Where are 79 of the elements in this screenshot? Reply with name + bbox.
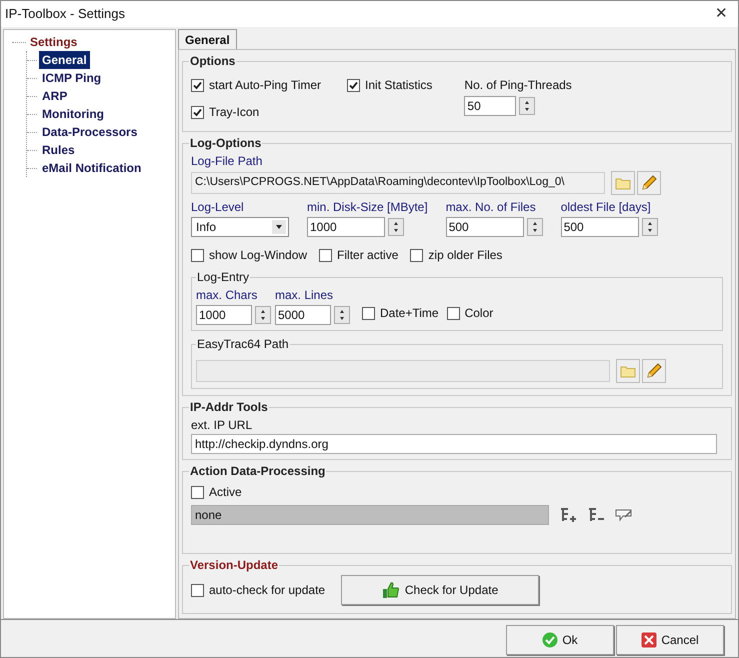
pencil-icon	[645, 362, 663, 380]
checkbox-label: Filter active	[337, 247, 398, 264]
spin-buttons[interactable]	[642, 218, 658, 236]
checkbox-label: zip older Files	[428, 247, 502, 264]
ok-button[interactable]: Ok	[506, 624, 614, 654]
spin-buttons[interactable]	[519, 97, 536, 115]
level-dropdown[interactable]: Info	[191, 217, 289, 237]
tree-item[interactable]: Data-Processors	[39, 123, 140, 141]
folder-icon	[620, 364, 636, 378]
remove-node-icon[interactable]	[587, 507, 605, 523]
field-label: No. of Ping-Threads	[464, 77, 572, 94]
group-title: Log-Entry	[196, 269, 250, 286]
field-label: ext. IP URL	[191, 417, 254, 434]
cancel-icon	[641, 632, 658, 648]
close-button[interactable]: ✕	[715, 2, 728, 26]
checkbox-label: show Log-Window	[209, 247, 308, 264]
field-label: max. Lines	[275, 287, 334, 304]
field-label: max. No. of Files	[446, 199, 537, 216]
group-title: Options	[189, 53, 236, 70]
tree-item[interactable]: Settings	[28, 33, 80, 51]
add-node-icon[interactable]	[559, 507, 577, 523]
checkbox-label: Active	[209, 484, 242, 501]
number-field[interactable]: 500	[446, 217, 524, 237]
tree-item[interactable]: ICMP Ping	[39, 69, 104, 87]
checkbox[interactable]	[362, 306, 375, 320]
check-update-button[interactable]: Check for Update	[341, 575, 540, 605]
field-label: Log-Level	[191, 199, 245, 216]
tree-item[interactable]: General	[39, 51, 90, 69]
checkbox[interactable]	[191, 106, 204, 118]
number-field[interactable]: 500	[560, 217, 639, 237]
checkbox-label: start Auto-Ping Timer	[209, 77, 322, 94]
spin-buttons[interactable]	[255, 306, 271, 324]
edit-button[interactable]	[637, 171, 661, 195]
group-title: EasyTrac64 Path	[196, 336, 290, 353]
checkbox[interactable]	[191, 584, 204, 596]
group-title: IP-Addr Tools	[189, 399, 269, 416]
number-field[interactable]: 1000	[196, 305, 252, 325]
checkbox[interactable]	[191, 78, 204, 92]
checkbox[interactable]	[319, 248, 332, 262]
tree-item[interactable]: Monitoring	[39, 105, 107, 123]
tree-item[interactable]: ARP	[39, 87, 70, 105]
spin-buttons[interactable]	[334, 306, 350, 324]
number-field[interactable]: 50	[464, 96, 516, 116]
checkbox[interactable]	[191, 248, 204, 262]
checkbox[interactable]	[446, 306, 460, 320]
checkbox-label: auto-check for update	[209, 582, 326, 599]
group-title: Action Data-Processing	[189, 463, 326, 480]
edit-button[interactable]	[642, 359, 666, 383]
field-label: min. Disk-Size [MByte]	[307, 199, 428, 216]
checkbox[interactable]	[347, 78, 360, 92]
field-label: Log-File Path	[191, 153, 264, 170]
checkbox-label: Tray-Icon	[209, 104, 260, 121]
cancel-button[interactable]: Cancel	[616, 624, 724, 654]
tab[interactable]: General	[178, 29, 237, 49]
url-field[interactable]: http://checkip.dyndns.org	[191, 434, 717, 454]
window-title: IP-Toolbox - Settings	[5, 5, 125, 24]
checkbox[interactable]	[410, 248, 424, 262]
pencil-icon	[640, 174, 658, 192]
checkbox-label: Color	[464, 305, 494, 322]
thumbs-up-icon	[382, 581, 400, 599]
folder-icon	[615, 176, 631, 190]
processor-field[interactable]: none	[191, 505, 549, 525]
path-field[interactable]	[196, 360, 610, 382]
number-field[interactable]: 5000	[275, 305, 331, 325]
check-circle-icon	[542, 632, 558, 648]
tree-item[interactable]: eMail Notification	[39, 159, 144, 177]
group-title: Log-Options	[189, 135, 262, 152]
checkbox-label: Init Statistics	[365, 77, 432, 94]
tree-item[interactable]: Rules	[39, 141, 78, 159]
path-field[interactable]: C:\Users\PCPROGS.NET\AppData\Roaming\decontev\IpToolbox\Log_0\	[191, 172, 605, 194]
number-field[interactable]: 1000	[307, 217, 385, 237]
field-label: oldest File [days]	[560, 199, 652, 216]
field-label: max. Chars	[196, 287, 258, 304]
spin-buttons[interactable]	[388, 218, 404, 236]
checkbox[interactable]	[191, 486, 204, 498]
spin-buttons[interactable]	[526, 218, 543, 236]
edit-comment-icon[interactable]	[615, 508, 633, 522]
checkbox-label: Date+Time	[380, 305, 439, 322]
group-title: Version-Update	[189, 557, 280, 574]
